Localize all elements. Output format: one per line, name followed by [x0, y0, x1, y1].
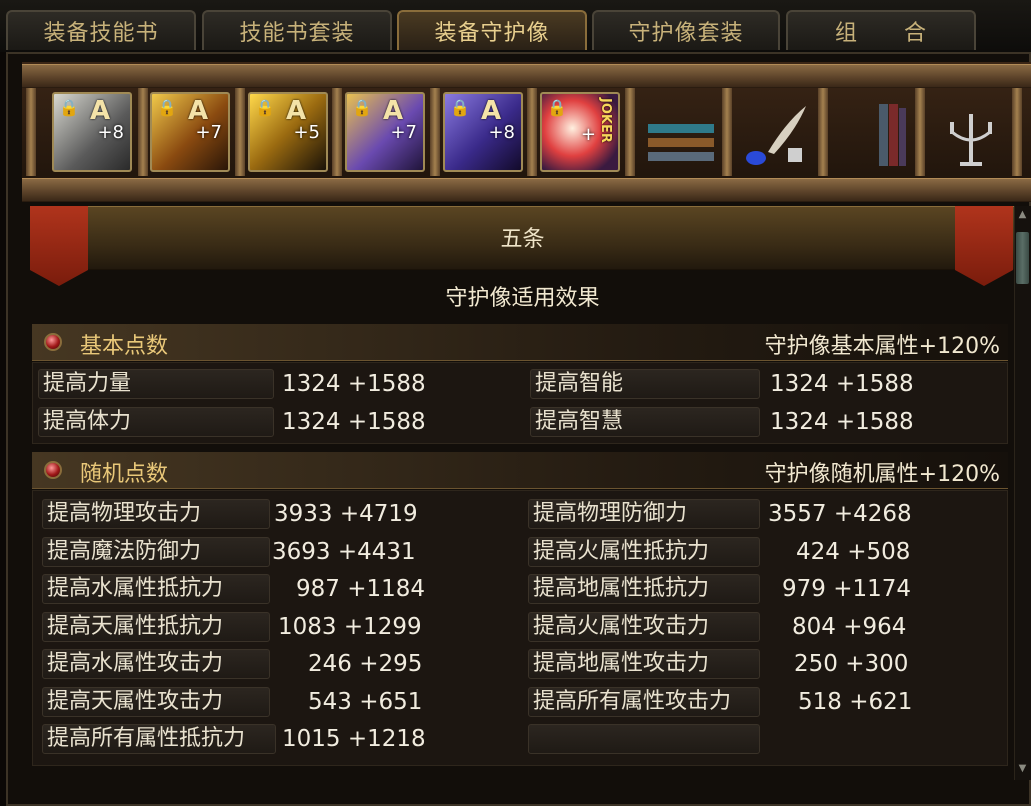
stat-value: 1015 +1218 — [282, 726, 426, 752]
book-stack-icon — [835, 92, 915, 172]
shelf-post — [915, 88, 925, 176]
guardian-slot-6[interactable]: 🔒 JOKER + — [540, 92, 620, 172]
guardian-slot-2[interactable]: 🔒 A +7 — [150, 92, 230, 172]
shelf-post — [1012, 88, 1022, 176]
tab-bar: 装备技能书 技能书套装 装备守护像 守护像套装 组 合 — [0, 0, 1031, 52]
stat-value: 1324 +1588 — [282, 409, 426, 435]
books-icon — [640, 92, 720, 172]
shelf-post — [625, 88, 635, 176]
set-title: 五条 — [500, 227, 545, 252]
stat-label: 提高水属性抵抗力 — [42, 574, 270, 604]
scroll-up-arrow-icon[interactable]: ▲ — [1016, 208, 1029, 222]
stat-value: 424 +508 — [796, 539, 911, 565]
orb-icon — [44, 461, 62, 479]
orb-icon — [44, 333, 62, 351]
guardian-slot-3[interactable]: 🔒 A +5 — [248, 92, 328, 172]
candelabra-icon — [932, 92, 1012, 172]
quill-ink-icon — [738, 92, 818, 172]
tab-skill-book-set[interactable]: 技能书套装 — [202, 10, 392, 50]
stat-value: 3557 +4268 — [768, 501, 912, 527]
stat-value: 987 +1184 — [296, 576, 426, 602]
scroll-down-arrow-icon[interactable]: ▼ — [1016, 762, 1029, 776]
enhance-level: +7 — [195, 122, 222, 143]
stat-value: 979 +1174 — [782, 576, 912, 602]
basic-stats-bonus: 守护像基本属性+120% — [764, 334, 1000, 359]
scrollbar[interactable] — [1014, 206, 1031, 780]
lock-icon: 🔒 — [547, 98, 567, 117]
stat-value: 3693 +4431 — [272, 539, 416, 565]
stat-label: 提高天属性抵抗力 — [42, 612, 270, 642]
shelf-top-beam — [22, 64, 1031, 88]
stat-value: 250 +300 — [794, 651, 909, 677]
stat-label: 提高智能 — [530, 369, 760, 399]
tab-guardian-statue-set[interactable]: 守护像套装 — [592, 10, 780, 50]
stat-value: 1324 +1588 — [282, 371, 426, 397]
stat-value: 543 +651 — [308, 689, 423, 715]
stat-label: 提高火属性攻击力 — [528, 612, 760, 642]
effect-subtitle: 守护像适用效果 — [445, 286, 600, 311]
shelf-post — [138, 88, 148, 176]
stat-label: 提高地属性抵抗力 — [528, 574, 760, 604]
shelf-post — [235, 88, 245, 176]
stat-label: 提高体力 — [38, 407, 274, 437]
shelf-bottom-beam — [22, 178, 1031, 202]
lock-icon: 🔒 — [450, 98, 470, 117]
stat-value: 804 +964 — [792, 614, 907, 640]
shelf-post — [527, 88, 537, 176]
basic-stats-header: 基本点数 守护像基本属性+120% — [32, 324, 1008, 361]
shelf-post — [332, 88, 342, 176]
random-stats-header: 随机点数 守护像随机属性+120% — [32, 452, 1008, 489]
enhance-level: +8 — [488, 122, 515, 143]
stat-label: 提高物理防御力 — [528, 499, 760, 529]
lock-icon: 🔒 — [59, 98, 79, 117]
enhance-level: + — [580, 124, 596, 145]
stat-value: 3933 +4719 — [274, 501, 418, 527]
stat-label: 提高魔法防御力 — [42, 537, 270, 567]
guardian-slot-1[interactable]: 🔒 A +8 — [52, 92, 132, 172]
stat-label: 提高所有属性抵抗力 — [42, 724, 276, 754]
guardian-slot-4[interactable]: 🔒 A +7 — [345, 92, 425, 172]
tab-equip-skill-book[interactable]: 装备技能书 — [6, 10, 196, 50]
lock-icon: 🔒 — [352, 98, 372, 117]
enhance-level: +8 — [97, 122, 124, 143]
stat-value: 246 +295 — [308, 651, 423, 677]
stat-label: 提高天属性攻击力 — [42, 687, 270, 717]
shelf-post — [430, 88, 440, 176]
joker-label: JOKER — [598, 98, 613, 143]
guardian-slot-5[interactable]: 🔒 A +8 — [443, 92, 523, 172]
stat-value: 1083 +1299 — [278, 614, 422, 640]
shelf-post — [722, 88, 732, 176]
random-stats-title: 随机点数 — [80, 462, 169, 487]
stat-label: 提高力量 — [38, 369, 274, 399]
stat-value: 518 +621 — [798, 689, 913, 715]
stat-value: 1324 +1588 — [770, 371, 914, 397]
stat-label: 提高所有属性攻击力 — [528, 687, 760, 717]
stat-label: 提高火属性抵抗力 — [528, 537, 760, 567]
stat-label: 提高地属性攻击力 — [528, 649, 760, 679]
enhance-level: +7 — [390, 122, 417, 143]
lock-icon: 🔒 — [157, 98, 177, 117]
lock-icon: 🔒 — [255, 98, 275, 117]
tab-combine[interactable]: 组 合 — [786, 10, 976, 50]
random-stats-bonus: 守护像随机属性+120% — [764, 462, 1000, 487]
stat-label: 提高水属性攻击力 — [42, 649, 270, 679]
stat-label-empty — [528, 724, 760, 754]
shelf-post — [26, 88, 36, 176]
enhance-level: +5 — [293, 122, 320, 143]
scrollbar-thumb[interactable] — [1016, 232, 1029, 284]
stat-value: 1324 +1588 — [770, 409, 914, 435]
tab-equip-guardian-statue[interactable]: 装备守护像 — [397, 10, 587, 50]
basic-stats-title: 基本点数 — [80, 334, 169, 359]
stat-label: 提高智慧 — [530, 407, 760, 437]
stat-label: 提高物理攻击力 — [42, 499, 270, 529]
shelf-post — [818, 88, 828, 176]
